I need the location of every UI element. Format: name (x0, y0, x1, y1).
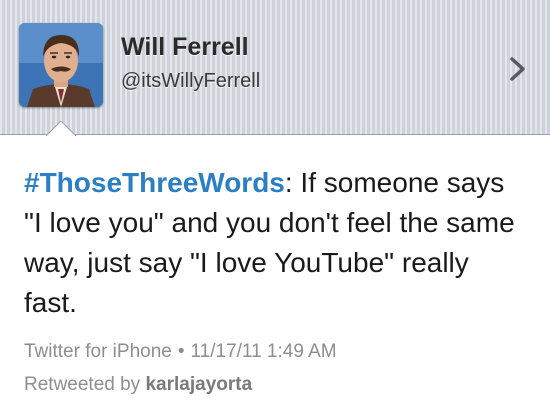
tweet-timestamp: 11/17/11 1:49 AM (190, 341, 337, 362)
profile-header[interactable]: Will Ferrell @itsWillyFerrell (0, 0, 550, 136)
tweet-source[interactable]: Twitter for iPhone (24, 341, 172, 362)
tweet-meta: Twitter for iPhone • 11/17/11 1:49 AM (24, 341, 337, 363)
meta-separator: • (177, 341, 185, 362)
retweet-prefix: Retweeted by (24, 374, 141, 395)
hashtag-link[interactable]: #ThoseThreeWords (24, 167, 285, 198)
avatar[interactable] (19, 23, 103, 107)
retweet-user-link[interactable]: karlajayorta (145, 374, 252, 395)
profile-name: Will Ferrell (121, 33, 249, 61)
retweet-info: Retweeted by karlajayorta (24, 374, 252, 396)
profile-handle: @itsWillyFerrell (121, 70, 261, 92)
tweet-text: #ThoseThreeWords: If someone says "I lov… (24, 163, 524, 323)
avatar-image (19, 23, 103, 107)
chevron-right-icon[interactable] (507, 56, 529, 82)
speech-pointer (46, 121, 76, 136)
